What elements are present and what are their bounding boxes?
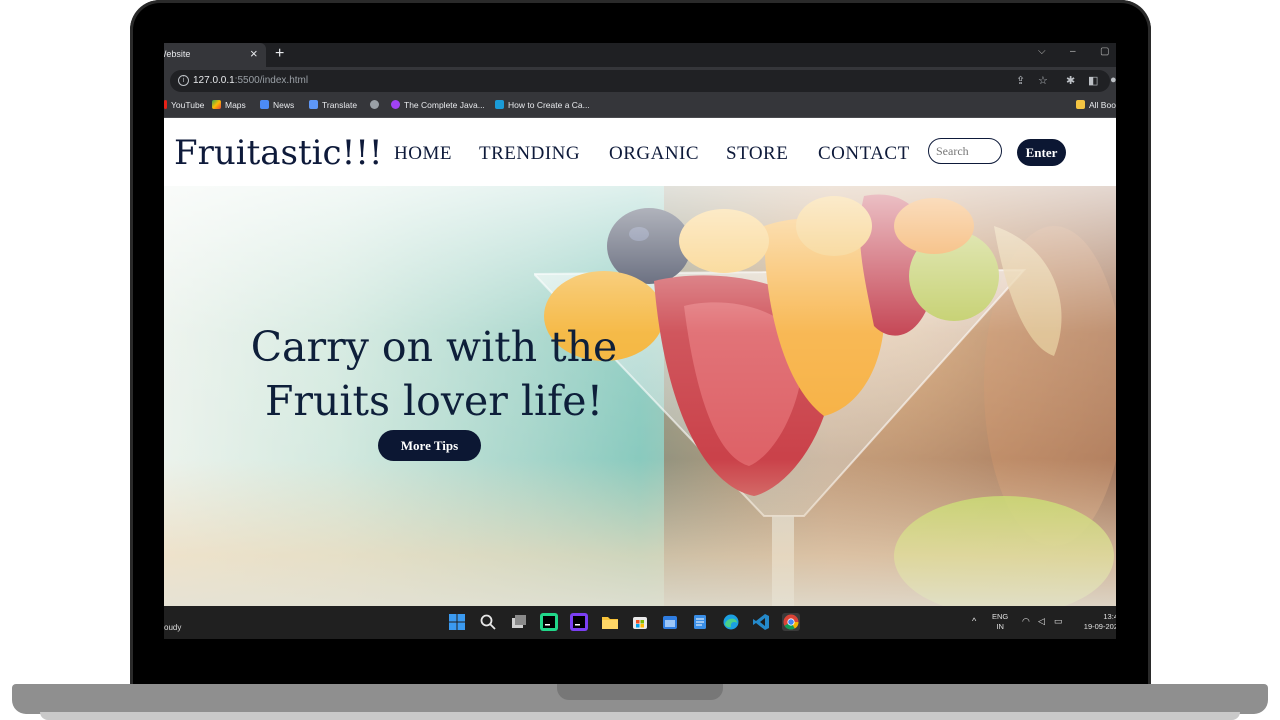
language-indicator[interactable]: ENG IN	[992, 612, 1008, 632]
chrome-icon[interactable]	[782, 613, 800, 631]
browser-toolbar: i 127.0.0.1:5500/index.html ⇪ ☆ ✱ ◧ ●	[164, 67, 1116, 95]
new-tab-button[interactable]: +	[275, 45, 284, 63]
java-course-icon	[391, 100, 400, 109]
tutorial-icon	[495, 100, 504, 109]
tab-search-icon[interactable]: ⌵	[1038, 46, 1046, 57]
start-icon[interactable]	[448, 613, 466, 631]
url-host: 127.0.0.1	[193, 75, 235, 86]
bookmark-globe[interactable]	[370, 100, 383, 110]
bookmark-java[interactable]: The Complete Java...	[391, 100, 485, 110]
bookmark-label: News	[273, 100, 295, 110]
task-view-icon[interactable]	[510, 613, 528, 631]
store-icon[interactable]	[631, 613, 649, 631]
pycharm-icon[interactable]	[540, 613, 558, 631]
news-icon	[260, 100, 269, 109]
url-path: :5500/index.html	[234, 75, 309, 86]
maximize-icon[interactable]: ▢	[1100, 46, 1109, 57]
tab-title: Website	[164, 49, 191, 59]
language-top: ENG	[992, 612, 1009, 621]
windows-taskbar: oudy ^ ENG IN ◠ ◁ ▭ 13:4 19-09-202	[164, 606, 1116, 639]
hero-banner: Carry on with the Fruits lover life! Mor…	[164, 186, 1116, 606]
hero-heading-line1: Carry on with the	[250, 323, 618, 371]
extensions-icon[interactable]: ✱	[1066, 74, 1075, 87]
tab-close-icon[interactable]: ×	[250, 46, 258, 62]
bookmark-youtube[interactable]: YouTube	[164, 100, 204, 110]
share-icon[interactable]: ⇪	[1016, 74, 1025, 87]
translate-icon	[309, 100, 318, 109]
calendar-icon[interactable]	[661, 613, 679, 631]
file-explorer-icon[interactable]	[601, 613, 619, 631]
show-hidden-icons-icon[interactable]: ^	[972, 616, 976, 626]
nav-trending[interactable]: TRENDING	[479, 143, 580, 165]
wifi-icon[interactable]: ◠	[1022, 616, 1030, 627]
bookmark-star-icon[interactable]: ☆	[1038, 74, 1048, 87]
laptop-base-shadow	[40, 712, 1240, 720]
laptop-screen: Website × + ⌵ – ▢ i 127.0.0.1:5500/index…	[164, 43, 1116, 639]
browser-tab-bar: Website × + ⌵ – ▢	[164, 43, 1116, 67]
browser-tab[interactable]: Website ×	[164, 43, 266, 67]
address-bar[interactable]: i 127.0.0.1:5500/index.html ⇪ ☆ ✱ ◧ ●	[170, 70, 1116, 92]
bookmark-create[interactable]: How to Create a Ca...	[495, 100, 590, 110]
weather-widget[interactable]: oudy	[164, 623, 181, 632]
nav-store[interactable]: STORE	[726, 143, 788, 165]
youtube-icon	[164, 100, 167, 109]
intellij-icon[interactable]	[570, 613, 588, 631]
clock[interactable]: 13:4 19-09-202	[1078, 612, 1116, 632]
bookmark-label: How to Create a Ca...	[508, 100, 590, 110]
bookmark-label: Translate	[322, 100, 358, 110]
edge-icon[interactable]	[722, 613, 740, 631]
bookmark-maps[interactable]: Maps	[212, 100, 246, 110]
language-bottom: IN	[996, 622, 1004, 631]
side-panel-icon[interactable]: ◧	[1088, 74, 1098, 87]
url-text: 127.0.0.1:5500/index.html	[193, 75, 308, 86]
search-icon[interactable]	[479, 613, 497, 631]
search-input[interactable]: Search	[928, 138, 1002, 164]
enter-button[interactable]: Enter	[1017, 139, 1066, 166]
bookmark-label: Maps	[225, 100, 246, 110]
more-tips-button[interactable]: More Tips	[378, 430, 481, 461]
maps-icon	[212, 100, 221, 109]
vscode-icon[interactable]	[752, 613, 770, 631]
nav-organic[interactable]: ORGANIC	[609, 143, 699, 165]
notepad-icon[interactable]	[691, 613, 709, 631]
nav-contact[interactable]: CONTACT	[818, 143, 910, 165]
minimize-icon[interactable]: –	[1070, 46, 1076, 57]
nav-home[interactable]: HOME	[394, 143, 452, 165]
profile-icon[interactable]: ●	[1110, 74, 1116, 86]
laptop-notch	[557, 684, 723, 700]
globe-icon	[370, 100, 379, 109]
volume-icon[interactable]: ◁	[1038, 616, 1045, 627]
hero-heading-line2: Fruits lover life!	[264, 377, 604, 425]
clock-date: 19-09-202	[1083, 622, 1116, 631]
folder-icon	[1076, 100, 1085, 109]
site-info-icon[interactable]: i	[178, 75, 189, 86]
all-bookmarks[interactable]: All Boo	[1076, 100, 1116, 110]
bookmark-news[interactable]: News	[260, 100, 294, 110]
bookmarks-bar: YouTube Maps News Translate The Complete…	[164, 95, 1116, 118]
bookmark-label: The Complete Java...	[404, 100, 485, 110]
website: Fruitastic!!! HOME TRENDING ORGANIC STOR…	[164, 118, 1116, 606]
battery-icon[interactable]: ▭	[1054, 616, 1063, 627]
site-logo[interactable]: Fruitastic!!!	[174, 133, 383, 173]
site-header: Fruitastic!!! HOME TRENDING ORGANIC STOR…	[164, 118, 1116, 186]
hero-heading: Carry on with the Fruits lover life!	[204, 320, 664, 428]
clock-time: 13:4	[1103, 612, 1116, 621]
all-bookmarks-label: All Boo	[1089, 100, 1116, 110]
bookmark-label: YouTube	[171, 100, 205, 110]
bookmark-translate[interactable]: Translate	[309, 100, 357, 110]
